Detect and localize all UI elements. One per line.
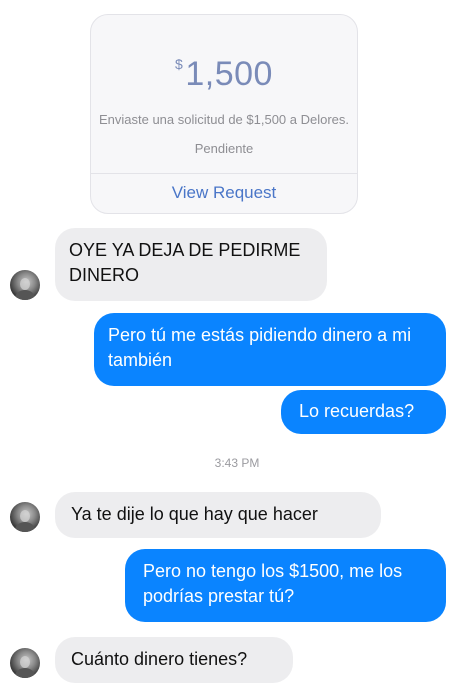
message-timestamp: 3:43 PM [214,456,260,470]
currency-symbol: $ [175,56,184,72]
payment-amount: $1,500 [91,55,357,94]
contact-avatar[interactable] [10,270,40,300]
amount-value: 1,500 [185,55,273,93]
message-bubble-outgoing: Lo recuerdas? [281,390,446,434]
message-bubble-incoming: Ya te dije lo que hay que hacer [55,492,381,538]
payment-description: Enviaste una solicitud de $1,500 a Delor… [98,112,350,127]
payment-status: Pendiente [194,141,254,156]
view-request-button[interactable]: View Request [91,183,357,203]
card-divider [91,173,357,174]
message-bubble-outgoing: Pero tú me estás pidiendo dinero a mi ta… [94,313,446,386]
message-bubble-incoming: OYE YA DEJA DE PEDIRME DINERO [55,228,327,301]
contact-avatar[interactable] [10,648,40,678]
contact-avatar[interactable] [10,502,40,532]
message-bubble-incoming: Cuánto dinero tienes? [55,637,293,683]
payment-request-card: $1,500 Enviaste una solicitud de $1,500 … [90,14,358,214]
message-bubble-outgoing: Pero no tengo los $1500, me los podrías … [125,549,446,622]
